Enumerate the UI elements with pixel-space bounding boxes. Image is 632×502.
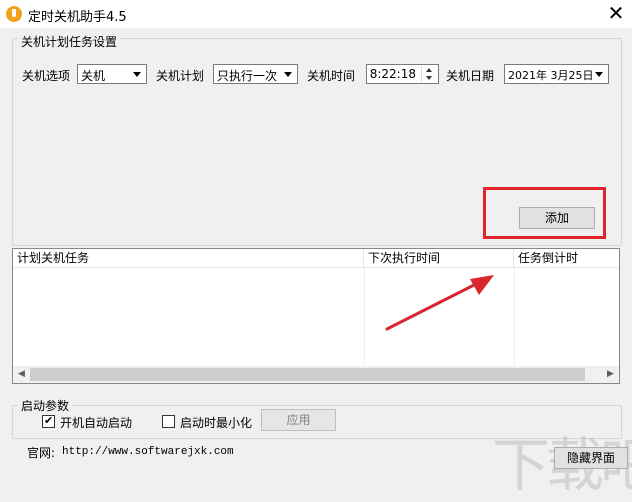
startup-group-title: 启动参数 (18, 397, 73, 414)
minimize-label[interactable]: 启动时最小化 (180, 414, 252, 431)
site-url[interactable]: http://www.softwarejxk.com (62, 446, 234, 458)
hide-interface-button[interactable]: 隐藏界面 (554, 447, 628, 469)
apply-button[interactable]: 应用 (261, 409, 336, 431)
autostart-checkbox[interactable] (42, 414, 55, 428)
minimize-checkbox[interactable] (162, 415, 175, 428)
autostart-label[interactable]: 开机自动启动 (60, 414, 132, 431)
site-label: 官网: (27, 446, 56, 460)
